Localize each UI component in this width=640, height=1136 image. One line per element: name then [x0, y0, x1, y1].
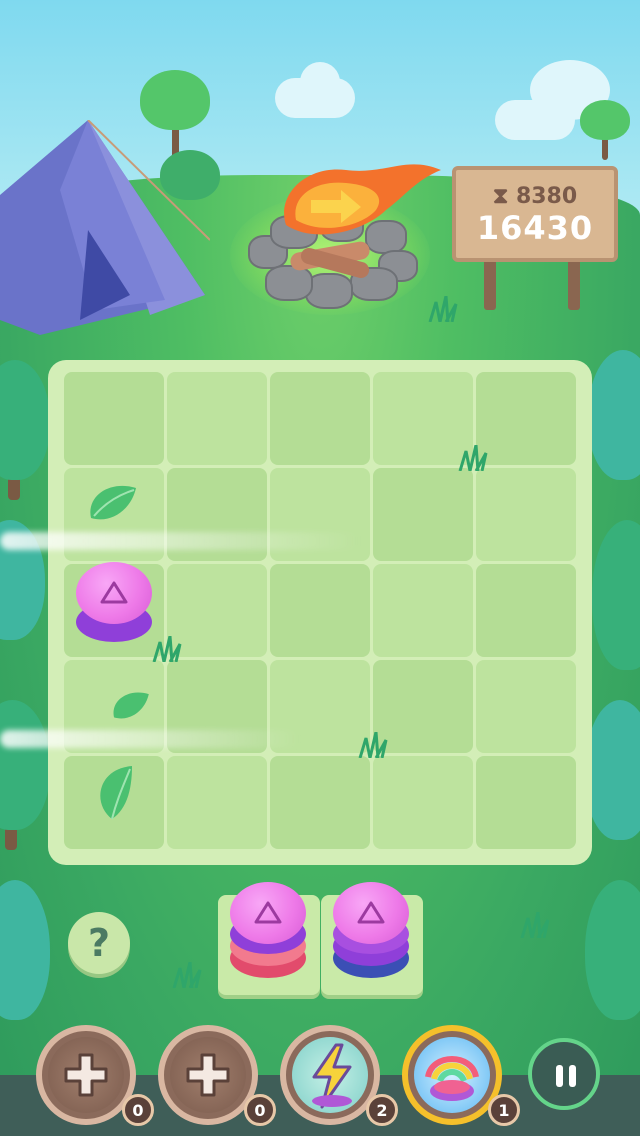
booster-add-piece[interactable] — [36, 1025, 136, 1125]
board-cell[interactable] — [270, 372, 370, 465]
pause-button[interactable] — [528, 1038, 600, 1110]
tent — [0, 120, 210, 335]
grass-tuft — [458, 445, 488, 471]
board-cell[interactable] — [373, 756, 473, 849]
board-piece-purple[interactable] — [76, 562, 152, 644]
booster-rainbow[interactable] — [402, 1025, 502, 1125]
tree — [588, 350, 640, 490]
booster-count-badge: 2 — [366, 1094, 398, 1126]
current-score: 16430 — [476, 209, 594, 247]
trophy-icon: ⧗ — [492, 184, 509, 209]
grass-tuft — [428, 296, 458, 322]
help-button[interactable]: ? — [68, 912, 130, 974]
board-cell[interactable] — [476, 756, 576, 849]
grass-tuft — [520, 912, 550, 938]
board-cell[interactable] — [476, 372, 576, 465]
plus-icon — [186, 1053, 230, 1097]
grass-tuft — [152, 636, 182, 662]
tree — [585, 700, 640, 850]
cloud — [300, 62, 340, 102]
tree — [592, 520, 640, 680]
board-cell[interactable] — [373, 564, 473, 657]
leaf — [90, 485, 136, 520]
lightning-icon — [312, 1043, 352, 1109]
leaf — [113, 692, 149, 719]
best-score: ⧗ 8380 — [456, 184, 614, 209]
tree — [580, 100, 630, 160]
score-sign: ⧗ 8380 16430 — [452, 166, 618, 262]
triangle-up-icon — [76, 562, 152, 624]
tree — [0, 360, 50, 500]
best-score-value: 8380 — [515, 184, 578, 209]
wind-streak — [0, 730, 300, 748]
booster-count-badge: 1 — [488, 1094, 520, 1126]
triangle-up-icon — [230, 882, 306, 944]
board-cell[interactable] — [270, 756, 370, 849]
grass-tuft — [358, 732, 388, 758]
tree — [585, 880, 640, 1030]
booster-count-badge: 0 — [122, 1094, 154, 1126]
booster-lightning[interactable] — [280, 1025, 380, 1125]
tree — [0, 880, 50, 1020]
flame-arrow-icon — [284, 164, 441, 235]
board-cell[interactable] — [476, 468, 576, 561]
leaf — [100, 766, 132, 820]
booster-add-piece-2[interactable] — [158, 1025, 258, 1125]
tree — [0, 700, 50, 850]
tray-stack-1[interactable] — [230, 882, 306, 982]
board-cell[interactable] — [373, 468, 473, 561]
board-cell[interactable] — [476, 660, 576, 753]
triangle-up-icon — [333, 882, 409, 944]
tray-stack-2[interactable] — [333, 882, 409, 982]
board-cell[interactable] — [167, 372, 267, 465]
pause-icon — [556, 1065, 563, 1087]
board-cell[interactable] — [64, 372, 164, 465]
rainbow-icon — [425, 1056, 479, 1101]
board-cell[interactable] — [270, 564, 370, 657]
grass-tuft — [172, 962, 202, 988]
plus-icon — [64, 1053, 108, 1097]
board-cell[interactable] — [167, 756, 267, 849]
wind-streak — [0, 532, 360, 550]
booster-count-badge: 0 — [244, 1094, 276, 1126]
pause-icon — [569, 1065, 576, 1087]
campfire — [230, 155, 450, 315]
board-cell[interactable] — [476, 564, 576, 657]
